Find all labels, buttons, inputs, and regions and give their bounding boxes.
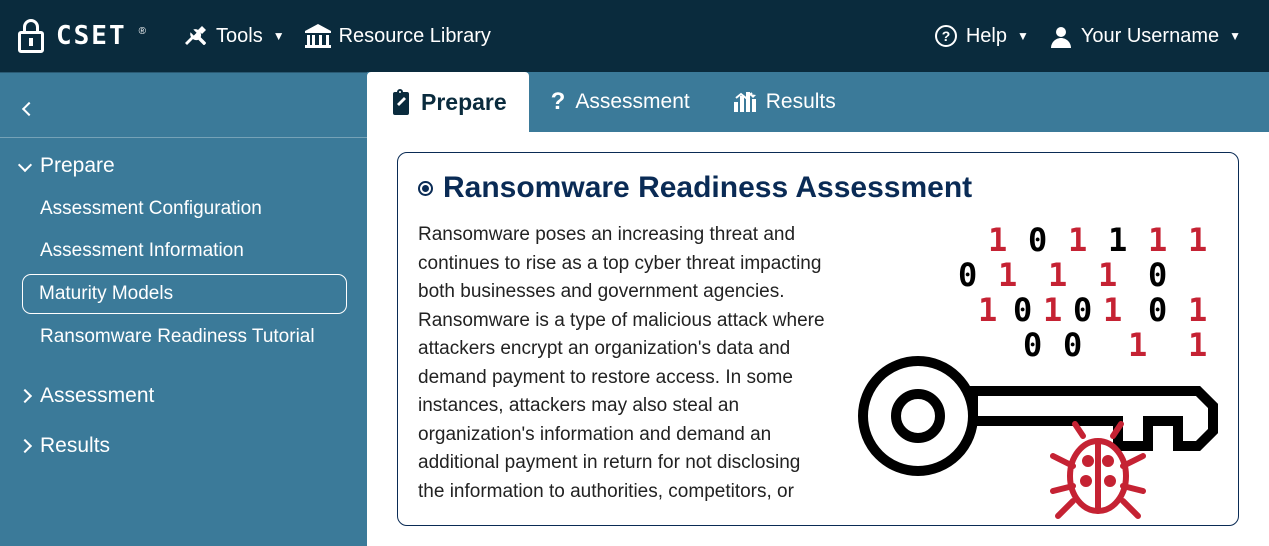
svg-text:1: 1: [1098, 256, 1117, 294]
svg-text:1: 1: [1043, 291, 1062, 329]
svg-text:0: 0: [1148, 291, 1167, 329]
caret-down-icon: ▼: [273, 29, 285, 43]
svg-text:1: 1: [1148, 221, 1167, 259]
radio-selected-icon[interactable]: [418, 181, 433, 196]
svg-text:1: 1: [998, 256, 1017, 294]
library-icon: [305, 24, 331, 48]
chevron-left-icon: [22, 102, 36, 116]
svg-text:0: 0: [1063, 326, 1082, 364]
tools-menu[interactable]: Tools ▼: [174, 18, 295, 54]
tab-prepare[interactable]: Prepare: [367, 72, 529, 132]
tab-label: Assessment: [575, 90, 689, 114]
sidebar-item-assessment-configuration[interactable]: Assessment Configuration: [0, 188, 367, 230]
chevron-right-icon: [18, 439, 32, 453]
caret-down-icon: ▼: [1017, 29, 1029, 43]
sidebar-group-label: Assessment: [40, 384, 154, 408]
library-label: Resource Library: [339, 25, 491, 48]
svg-text:0: 0: [1023, 326, 1042, 364]
svg-text:0: 0: [958, 256, 977, 294]
divider: [0, 137, 367, 138]
sidebar-item-label: Ransomware Readiness Tutorial: [40, 326, 315, 347]
lock-icon: [18, 19, 44, 53]
ransomware-illustration: 101111 01110 1010101 0011: [848, 221, 1218, 521]
tab-assessment[interactable]: ? Assessment: [529, 72, 712, 132]
svg-text:1: 1: [1108, 221, 1127, 259]
tab-bar: Prepare ? Assessment Results: [367, 72, 1269, 132]
sidebar-item-assessment-information[interactable]: Assessment Information: [0, 230, 367, 272]
sidebar-item-label: Assessment Information: [40, 240, 244, 261]
user-icon: [1049, 24, 1073, 48]
sidebar-group-label: Prepare: [40, 154, 115, 178]
help-menu[interactable]: ? Help ▼: [924, 18, 1039, 54]
svg-text:0: 0: [1028, 221, 1047, 259]
svg-text:1: 1: [978, 291, 997, 329]
panel-title: Ransomware Readiness Assessment: [443, 171, 972, 205]
svg-text:0: 0: [1073, 291, 1092, 329]
sidebar-item-label: Maturity Models: [39, 283, 173, 304]
tab-results[interactable]: Results: [712, 72, 858, 132]
back-button[interactable]: [0, 83, 367, 131]
svg-text:0: 0: [1148, 256, 1167, 294]
tools-label: Tools: [216, 25, 263, 48]
top-navbar: CSET ® Tools ▼ Resource Library ? Help ▼…: [0, 0, 1269, 72]
svg-text:0: 0: [1013, 291, 1032, 329]
caret-down-icon: ▼: [1229, 29, 1241, 43]
svg-text:1: 1: [1128, 326, 1147, 364]
username-label: Your Username: [1081, 25, 1219, 48]
question-icon: ?: [551, 88, 566, 116]
svg-text:?: ?: [942, 28, 951, 44]
sidebar-group-results[interactable]: Results: [0, 424, 367, 468]
svg-text:1: 1: [1188, 291, 1207, 329]
svg-text:1: 1: [1048, 256, 1067, 294]
user-menu[interactable]: Your Username ▼: [1039, 18, 1251, 54]
tools-icon: [184, 24, 208, 48]
chart-icon: [734, 92, 756, 112]
svg-text:1: 1: [1103, 291, 1122, 329]
svg-text:1: 1: [1068, 221, 1087, 259]
sidebar-group-assessment[interactable]: Assessment: [0, 374, 367, 418]
sidebar-item-maturity-models[interactable]: Maturity Models: [22, 274, 347, 314]
resource-library-link[interactable]: Resource Library: [295, 18, 501, 54]
panel-description: Ransomware poses an increasing threat an…: [418, 221, 828, 521]
assessment-panel: Ransomware Readiness Assessment Ransomwa…: [397, 152, 1239, 526]
sidebar-item-label: Assessment Configuration: [40, 198, 262, 219]
chevron-down-icon: [18, 157, 32, 171]
content-area: Ransomware Readiness Assessment Ransomwa…: [367, 132, 1269, 546]
brand-text: CSET: [56, 21, 127, 51]
sidebar-group-prepare[interactable]: Prepare: [0, 144, 367, 188]
svg-text:1: 1: [1188, 221, 1207, 259]
svg-text:1: 1: [988, 221, 1007, 259]
tab-label: Results: [766, 90, 836, 114]
sidebar: Prepare Assessment Configuration Assessm…: [0, 72, 367, 546]
help-label: Help: [966, 25, 1007, 48]
tab-label: Prepare: [421, 89, 507, 116]
sidebar-item-ransomware-tutorial[interactable]: Ransomware Readiness Tutorial: [0, 316, 367, 358]
brand-logo[interactable]: CSET ®: [18, 19, 146, 53]
clipboard-icon: [389, 89, 411, 115]
svg-text:1: 1: [1188, 326, 1207, 364]
help-icon: ?: [934, 24, 958, 48]
sidebar-group-label: Results: [40, 434, 110, 458]
chevron-right-icon: [18, 389, 32, 403]
